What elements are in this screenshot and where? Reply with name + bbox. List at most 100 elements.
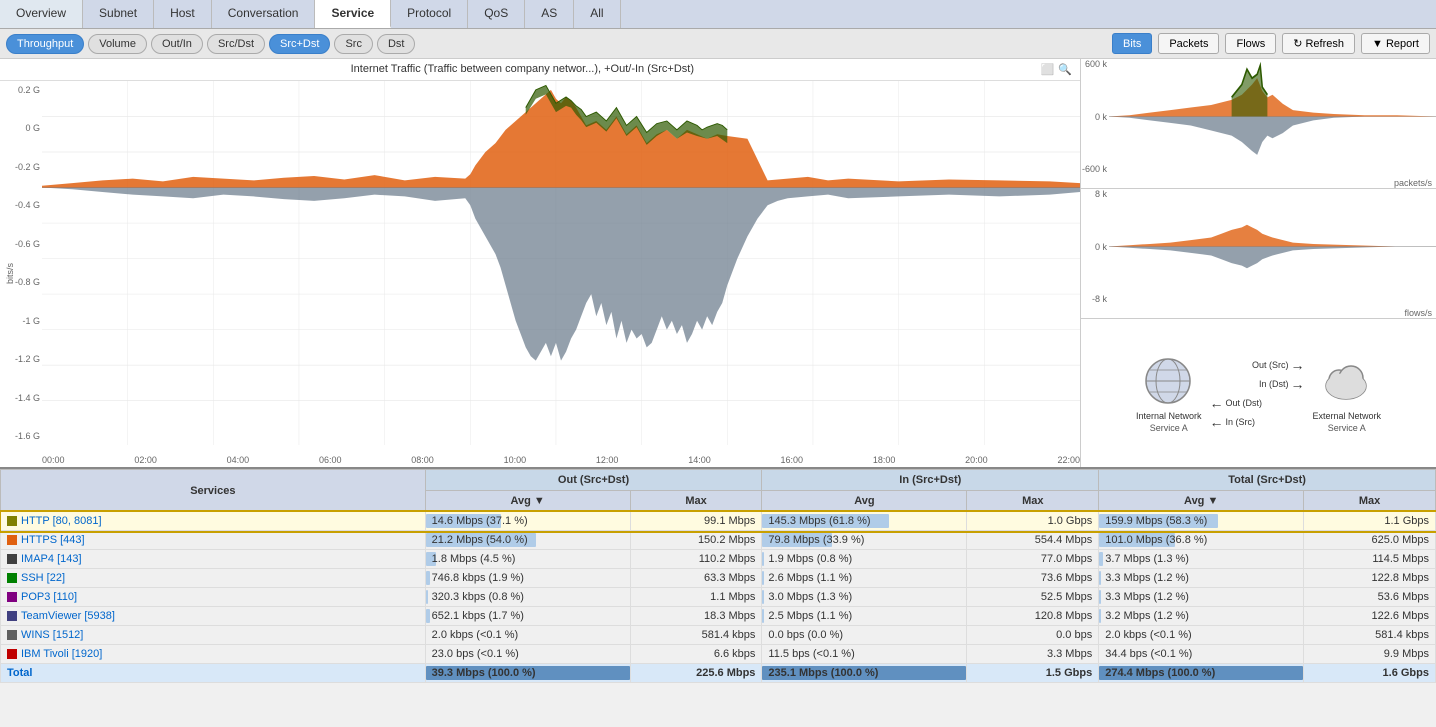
value-cell: 150.2 Mbps (630, 531, 762, 550)
service-name-link[interactable]: IMAP4 [143] (21, 553, 82, 565)
service-name-link[interactable]: WINS [1512] (21, 629, 83, 641)
bar-cell: 11.5 bps (<0.1 %) (762, 645, 967, 664)
value-cell: 1.1 Gbps (1304, 512, 1436, 531)
service-name-link[interactable]: POP3 [110] (21, 591, 77, 603)
service-name-cell: WINS [1512] (1, 626, 426, 645)
service-name-link[interactable]: TeamViewer [5938] (21, 610, 115, 622)
tab-subnet[interactable]: Subnet (83, 0, 154, 28)
value-cell: 581.4 kbps (1304, 626, 1436, 645)
btn-flows[interactable]: Flows (1225, 33, 1276, 54)
cell-value: 746.8 kbps (1.9 %) (432, 572, 524, 584)
tab-all[interactable]: All (574, 0, 620, 28)
table-row[interactable]: IBM Tivoli [1920]23.0 bps (<0.1 %)6.6 kb… (1, 645, 1436, 664)
network-diagram: Internal Network Service A Out (Src) → I… (1081, 319, 1436, 467)
btn-dst[interactable]: Dst (377, 34, 416, 54)
cell-value: 652.1 kbps (1.7 %) (432, 610, 524, 622)
bar-cell: 14.6 Mbps (37.1 %) (425, 512, 630, 531)
table-row[interactable]: IMAP4 [143] 1.8 Mbps (4.5 %) 110.2 Mbps 1.9… (1, 550, 1436, 569)
btn-src-dst[interactable]: Src/Dst (207, 34, 265, 54)
bar-cell: 2.5 Mbps (1.1 %) (762, 607, 967, 626)
bar-cell: 274.4 Mbps (100.0 %) (1099, 664, 1304, 683)
refresh-button[interactable]: ↻ Refresh (1282, 33, 1355, 54)
cell-value: 1.9 Mbps (0.8 %) (768, 553, 852, 565)
table-row[interactable]: HTTPS [443]21.2 Mbps (54.0 %)150.2 Mbps7… (1, 531, 1436, 550)
bar-cell: 34.4 bps (<0.1 %) (1099, 645, 1304, 664)
value-cell: 73.6 Mbps (967, 569, 1099, 588)
external-network-cloud (1319, 354, 1374, 409)
bar-fill (762, 590, 764, 604)
btn-bits[interactable]: Bits (1112, 33, 1152, 54)
col-header-total: Total (Src+Dst) (1099, 470, 1436, 491)
table-row[interactable]: HTTP [80, 8081] 14.6 Mbps (37.1 %)99.1 Mb… (1, 512, 1436, 531)
report-button[interactable]: ▼ Report (1361, 33, 1430, 54)
tab-service[interactable]: Service (315, 0, 391, 28)
service-name-cell: SSH [22] (1, 569, 426, 588)
service-name-link[interactable]: IBM Tivoli [1920] (21, 648, 102, 660)
table-body: HTTP [80, 8081] 14.6 Mbps (37.1 %)99.1 Mb… (1, 512, 1436, 683)
tab-conversation[interactable]: Conversation (212, 0, 316, 28)
cell-value: 2.5 Mbps (1.1 %) (768, 610, 852, 622)
table-row[interactable]: Total39.3 Mbps (100.0 %)225.6 Mbps235.1 … (1, 664, 1436, 683)
cell-value: 11.5 bps (<0.1 %) (768, 648, 854, 660)
bar-fill (426, 590, 428, 604)
service-color-dot (7, 630, 17, 640)
table-row[interactable]: WINS [1512] 2.0 kbps (<0.1 %) 581.4 kbps 0.… (1, 626, 1436, 645)
bar-cell: 2.0 kbps (<0.1 %) (425, 626, 630, 645)
tab-host[interactable]: Host (154, 0, 212, 28)
value-cell: 114.5 Mbps (1304, 550, 1436, 569)
chart-expand-icon[interactable]: ⬜ (1041, 63, 1055, 76)
service-name-cell: IBM Tivoli [1920] (1, 645, 426, 664)
chart-plot-area[interactable] (42, 81, 1080, 445)
cell-value: 39.3 Mbps (100.0 %) (432, 667, 536, 679)
bar-cell: 3.0 Mbps (1.3 %) (762, 588, 967, 607)
btn-packets[interactable]: Packets (1158, 33, 1219, 54)
col-out-avg: Avg ▼ (425, 491, 630, 512)
tab-qos[interactable]: QoS (468, 0, 525, 28)
bar-fill (1099, 609, 1101, 623)
data-table: Services Out (Src+Dst) In (Src+Dst) Tota… (0, 467, 1436, 727)
btn-volume[interactable]: Volume (88, 34, 147, 54)
service-name-link[interactable]: SSH [22] (21, 572, 65, 584)
tab-as[interactable]: AS (525, 0, 574, 28)
value-cell: 110.2 Mbps (630, 550, 762, 569)
in-src-arrow: ← In (Src) (1210, 414, 1305, 430)
service-name-link[interactable]: HTTP [80, 8081] (21, 515, 102, 527)
packets-chart: 600 k 0 k -600 k packets/s (1081, 59, 1436, 189)
bar-cell: 21.2 Mbps (54.0 %) (425, 531, 630, 550)
value-cell: 9.9 Mbps (1304, 645, 1436, 664)
btn-out-in[interactable]: Out/In (151, 34, 203, 54)
btn-src[interactable]: Src (334, 34, 373, 54)
tab-protocol[interactable]: Protocol (391, 0, 468, 28)
btn-throughput[interactable]: Throughput (6, 34, 84, 54)
cell-value: 0.0 bps (0.0 %) (768, 629, 843, 641)
top-navigation: Overview Subnet Host Conversation Servic… (0, 0, 1436, 29)
tab-overview[interactable]: Overview (0, 0, 83, 28)
service-name-cell: TeamViewer [5938] (1, 607, 426, 626)
value-cell: 1.6 Gbps (1304, 664, 1436, 683)
value-cell: 63.3 Mbps (630, 569, 762, 588)
cell-value: 21.2 Mbps (54.0 %) (432, 534, 528, 546)
table-row[interactable]: SSH [22] 746.8 kbps (1.9 %) 63.3 Mbps 2.6 M… (1, 569, 1436, 588)
cell-value: 2.6 Mbps (1.1 %) (768, 572, 852, 584)
cell-value: 1.8 Mbps (4.5 %) (432, 553, 516, 565)
cell-value: 101.0 Mbps (36.8 %) (1105, 534, 1207, 546)
table-row[interactable]: POP3 [110]320.3 kbps (0.8 %)1.1 Mbps3.0 … (1, 588, 1436, 607)
service-color-dot (7, 516, 17, 526)
cell-value: 274.4 Mbps (100.0 %) (1105, 667, 1215, 679)
value-cell: 99.1 Mbps (630, 512, 762, 531)
main-chart: 0.2 G 0 G -0.2 G -0.4 G -0.6 G -0.8 G -1… (0, 81, 1080, 467)
service-name-link[interactable]: HTTPS [443] (21, 534, 85, 546)
bar-fill (1099, 552, 1103, 566)
value-cell: 554.4 Mbps (967, 531, 1099, 550)
bar-cell: 1.8 Mbps (4.5 %) (425, 550, 630, 569)
service-name-link[interactable]: Total (7, 667, 32, 679)
bar-fill (426, 609, 430, 623)
btn-src-plus-dst[interactable]: Src+Dst (269, 34, 330, 54)
value-cell: 53.6 Mbps (1304, 588, 1436, 607)
value-cell: 625.0 Mbps (1304, 531, 1436, 550)
service-name-cell: HTTP [80, 8081] (1, 512, 426, 531)
chart-title: Internet Traffic (Traffic between compan… (0, 59, 1080, 81)
bar-fill (1099, 590, 1101, 604)
table-row[interactable]: TeamViewer [5938]652.1 kbps (1.7 %)18.3 … (1, 607, 1436, 626)
chart-zoom-icon[interactable]: 🔍 (1058, 63, 1072, 76)
